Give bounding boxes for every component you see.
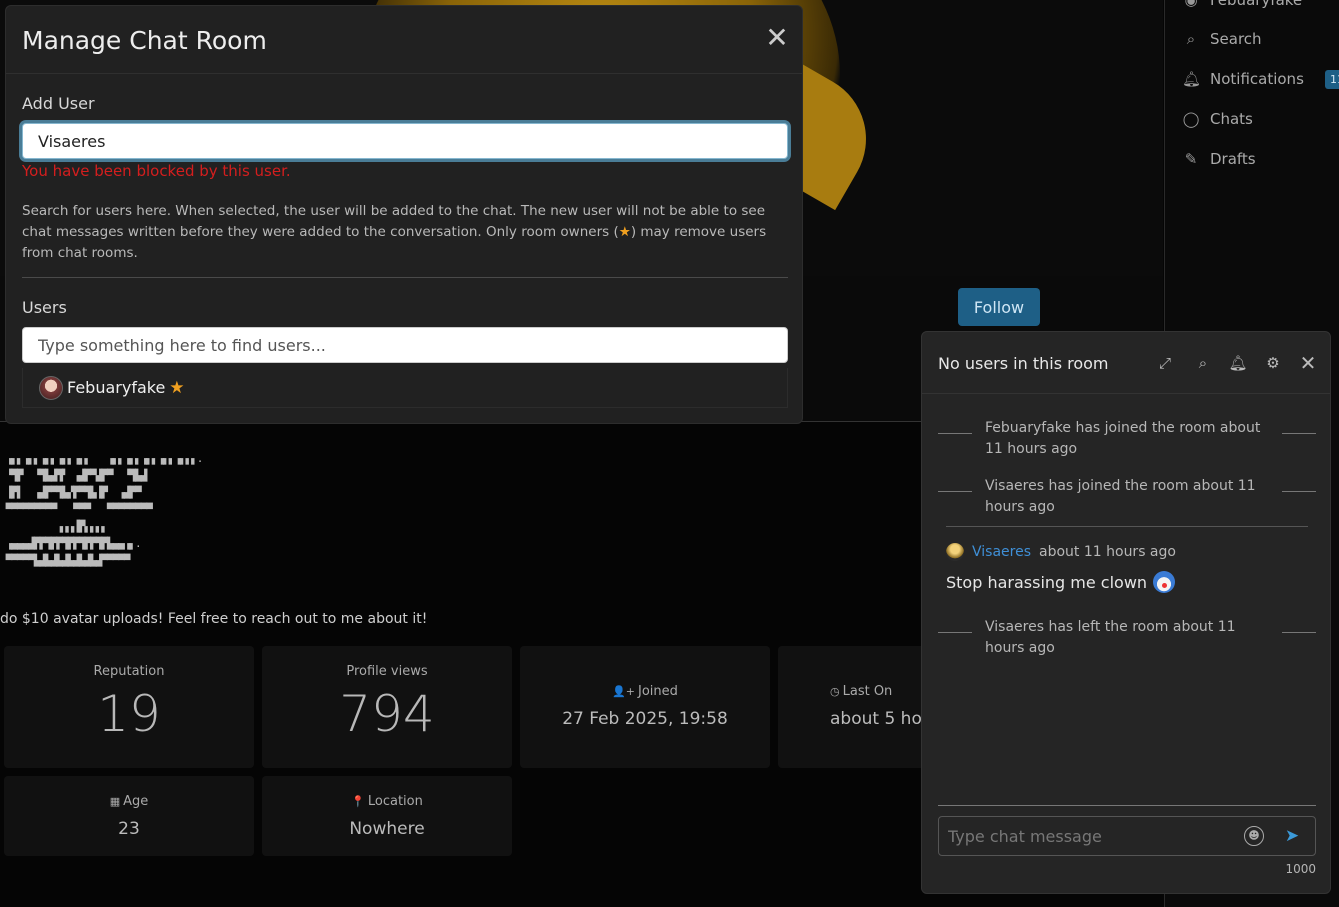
chat-panel: No users in this room ⤢ ⌕ 🔔︎ ⚙ ✕ Febuary…: [921, 331, 1331, 894]
user-plus-icon: 👤+: [612, 685, 636, 698]
stat-label: Location: [367, 794, 423, 809]
message-body: Stop harassing me clown: [946, 571, 1176, 593]
manage-chat-room-modal: Manage Chat Room ✕ Add User You have bee…: [5, 5, 803, 424]
search-icon[interactable]: ⌕: [1192, 352, 1214, 374]
stat-joined: 👤+ Joined 27 Feb 2025, 19:58: [520, 646, 770, 768]
character-count: 1000: [1285, 862, 1316, 876]
notification-badge: 11: [1325, 70, 1339, 89]
modal-title: Manage Chat Room: [22, 26, 267, 55]
sidebar-item-label: Chats: [1210, 110, 1253, 128]
stat-label: Age: [123, 794, 149, 809]
stat-label: Joined: [638, 684, 678, 699]
stat-label: Last On: [842, 684, 893, 699]
system-message-text: Visaeres has joined the room about 11 ho…: [985, 478, 1256, 515]
stat-reputation: Reputation 19: [4, 646, 254, 768]
message-header: Visaeres about 11 hours ago: [946, 543, 1176, 561]
owner-star-icon: ★: [169, 377, 185, 398]
stat-age: ▦ Age 23: [4, 776, 254, 856]
search-icon: ⌕: [1186, 30, 1196, 48]
edit-icon: ✎: [1184, 150, 1198, 168]
stat-profile-views: Profile views 794: [262, 646, 512, 768]
system-message-text: Febuaryfake has joined the room about 11…: [985, 420, 1261, 457]
emoji-icon[interactable]: ☻: [1244, 826, 1264, 846]
ascii-art-signature: ▗▖▖▗▖▖▗▖▖▗▖▖▗▖▖ ▗▖▖▗▖▖▗▖▖▗▖▖▗▖▖▖. ▝▜▛ ▝▜…: [5, 452, 204, 567]
system-message: Visaeres has left the room about 11 hour…: [938, 617, 1316, 659]
sidebar-item-label: Febuaryfake: [1210, 0, 1303, 9]
message-author-link[interactable]: Visaeres: [972, 544, 1031, 560]
users-label: Users: [22, 298, 67, 317]
bell-icon[interactable]: 🔔︎: [1227, 352, 1249, 374]
stat-value: 794: [339, 685, 435, 743]
profile-bio: do $10 avatar uploads! Feel free to reac…: [0, 611, 428, 627]
chat-title: No users in this room: [938, 354, 1109, 373]
stat-value: Nowhere: [349, 819, 425, 839]
stat-value: 19: [97, 685, 161, 743]
close-icon[interactable]: ✕: [764, 24, 790, 52]
chat-header: No users in this room ⤢ ⌕ 🔔︎ ⚙ ✕: [922, 332, 1330, 394]
sidebar-item-label: Search: [1210, 30, 1262, 48]
cake-icon: ▦: [109, 795, 121, 808]
divider: [22, 277, 788, 278]
bell-icon: 🔔︎: [1182, 70, 1202, 88]
divider: [938, 805, 1316, 806]
stat-value: 27 Feb 2025, 19:58: [562, 709, 728, 729]
stat-label: Profile views: [346, 664, 428, 679]
sidebar-item-label: Notifications: [1210, 70, 1304, 88]
system-message: Visaeres has joined the room about 11 ho…: [938, 476, 1316, 518]
system-message-text: Visaeres has left the room about 11 hour…: [985, 619, 1236, 656]
add-user-label: Add User: [22, 94, 95, 113]
sidebar-item-drafts[interactable]: ✎ Drafts: [1182, 150, 1256, 168]
sidebar-item-chats[interactable]: ◯ Chats: [1182, 110, 1253, 128]
close-icon[interactable]: ✕: [1297, 352, 1319, 374]
sidebar-item-search[interactable]: ⌕ Search: [1182, 30, 1262, 48]
stat-location: 📍 Location Nowhere: [262, 776, 512, 856]
list-item-user[interactable]: Febuaryfake ★: [22, 368, 788, 408]
stat-label: Reputation: [93, 664, 165, 679]
clown-emoji-icon: [1153, 571, 1176, 593]
expand-icon[interactable]: ⤢: [1154, 352, 1176, 374]
star-icon: ★: [618, 224, 631, 240]
help-text: Search for users here. When selected, th…: [22, 201, 788, 264]
message-text: Stop harassing me clown: [946, 572, 1148, 592]
avatar: [39, 375, 63, 400]
send-icon[interactable]: ➤: [1282, 826, 1302, 846]
gear-icon[interactable]: ⚙: [1262, 352, 1284, 374]
find-users-input[interactable]: [22, 327, 788, 363]
stat-value: 23: [118, 819, 140, 839]
system-message: Febuaryfake has joined the room about 11…: [938, 418, 1316, 460]
follow-button[interactable]: Follow: [958, 288, 1040, 326]
sidebar-item-label: Drafts: [1210, 150, 1256, 168]
error-message: You have been blocked by this user.: [22, 162, 291, 180]
add-user-input[interactable]: [22, 123, 788, 159]
sidebar-item-notifications[interactable]: 🔔︎ Notifications: [1182, 70, 1304, 88]
avatar-icon: ◉: [1184, 0, 1198, 9]
pin-icon: 📍: [351, 795, 365, 808]
divider: [946, 526, 1308, 527]
chat-icon: ◯: [1182, 110, 1200, 128]
sidebar-item-profile[interactable]: ◉ Febuaryfake: [1182, 0, 1302, 9]
user-name: Febuaryfake: [67, 378, 166, 397]
message-timestamp: about 11 hours ago: [1039, 544, 1176, 560]
modal-header: Manage Chat Room ✕: [6, 6, 802, 74]
clock-icon: ◷: [830, 685, 840, 698]
avatar[interactable]: [946, 543, 964, 561]
